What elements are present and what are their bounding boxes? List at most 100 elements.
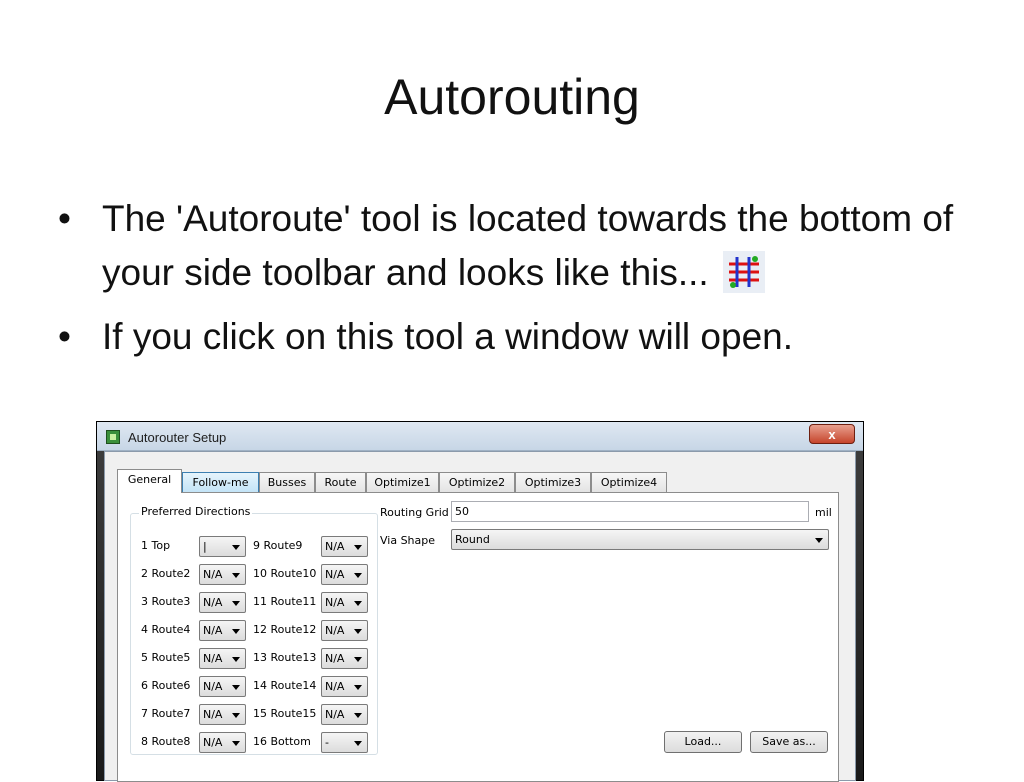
direction-row: 11 Route11 N/A xyxy=(251,591,376,613)
direction-select[interactable]: N/A xyxy=(321,536,368,557)
bullet-dot: • xyxy=(58,198,71,239)
layer-label: 10 Route10 xyxy=(253,567,317,580)
bullet-item: • The 'Autoroute' tool is located toward… xyxy=(58,192,958,300)
direction-row: 15 Route15 N/A xyxy=(251,703,376,725)
chevron-down-icon xyxy=(354,657,362,662)
chevron-down-icon xyxy=(354,741,362,746)
direction-row: 5 Route5 N/A xyxy=(131,647,251,669)
direction-row: 8 Route8 N/A xyxy=(131,731,251,753)
chevron-down-icon xyxy=(354,629,362,634)
direction-select[interactable]: N/A xyxy=(321,620,368,641)
layer-label: 9 Route9 xyxy=(253,539,303,552)
direction-select[interactable]: N/A xyxy=(321,564,368,585)
tab-general[interactable]: General xyxy=(117,469,182,493)
direction-row: 2 Route2 N/A xyxy=(131,563,251,585)
save-as-button[interactable]: Save as... xyxy=(750,731,828,753)
combo-value: N/A xyxy=(325,596,345,609)
combo-value: N/A xyxy=(325,568,345,581)
layer-label: 12 Route12 xyxy=(253,623,317,636)
autorouter-setup-window: Autorouter Setup x General Follow-me Bus… xyxy=(96,421,864,782)
direction-select[interactable]: N/A xyxy=(199,592,246,613)
layer-label: 5 Route5 xyxy=(141,651,191,664)
group-title: Preferred Directions xyxy=(139,505,253,518)
direction-select[interactable]: N/A xyxy=(199,676,246,697)
tab-optimize2[interactable]: Optimize2 xyxy=(439,472,515,492)
combo-value: N/A xyxy=(325,680,345,693)
routing-grid-input[interactable]: 50 xyxy=(451,501,809,522)
combo-value: N/A xyxy=(203,568,223,581)
chevron-down-icon xyxy=(232,657,240,662)
combo-value: - xyxy=(325,736,329,749)
direction-select[interactable]: N/A xyxy=(321,704,368,725)
combo-value: N/A xyxy=(203,652,223,665)
chevron-down-icon xyxy=(232,601,240,606)
titlebar[interactable]: Autorouter Setup x xyxy=(97,422,863,451)
bullet-list: • The 'Autoroute' tool is located toward… xyxy=(58,192,958,364)
layer-label: 4 Route4 xyxy=(141,623,191,636)
general-tab-panel: Preferred Directions 1 Top | 2 Route2 N/… xyxy=(117,492,839,782)
combo-value: N/A xyxy=(325,540,345,553)
chevron-down-icon xyxy=(354,545,362,550)
tab-optimize1[interactable]: Optimize1 xyxy=(366,472,439,492)
chevron-down-icon xyxy=(232,629,240,634)
chevron-down-icon xyxy=(232,685,240,690)
combo-value: Round xyxy=(455,533,490,546)
chevron-down-icon xyxy=(354,685,362,690)
bullet-text: The 'Autoroute' tool is located towards … xyxy=(102,198,954,293)
direction-row: 6 Route6 N/A xyxy=(131,675,251,697)
chevron-down-icon xyxy=(232,545,240,550)
direction-select[interactable]: N/A xyxy=(199,620,246,641)
combo-value: N/A xyxy=(325,652,345,665)
chevron-down-icon xyxy=(232,741,240,746)
bullet-text: If you click on this tool a window will … xyxy=(102,316,794,357)
combo-value: N/A xyxy=(203,596,223,609)
direction-select[interactable]: N/A xyxy=(321,592,368,613)
chevron-down-icon xyxy=(232,573,240,578)
chevron-down-icon xyxy=(354,713,362,718)
preferred-directions-group: Preferred Directions 1 Top | 2 Route2 N/… xyxy=(130,505,378,755)
via-shape-select[interactable]: Round xyxy=(451,529,829,550)
combo-value: N/A xyxy=(203,736,223,749)
layer-label: 16 Bottom xyxy=(253,735,311,748)
direction-row: 7 Route7 N/A xyxy=(131,703,251,725)
window-title: Autorouter Setup xyxy=(128,430,227,445)
tab-busses[interactable]: Busses xyxy=(259,472,315,492)
routing-grid-unit: mil xyxy=(815,506,832,519)
combo-value: N/A xyxy=(203,624,223,637)
layer-label: 15 Route15 xyxy=(253,707,317,720)
direction-select[interactable]: | xyxy=(199,536,246,557)
direction-row: 4 Route4 N/A xyxy=(131,619,251,641)
direction-row: 1 Top | xyxy=(131,535,251,557)
direction-select[interactable]: N/A xyxy=(321,676,368,697)
direction-select[interactable]: N/A xyxy=(199,704,246,725)
close-button[interactable]: x xyxy=(809,424,855,444)
layer-label: 1 Top xyxy=(141,539,171,552)
direction-select[interactable]: N/A xyxy=(199,648,246,669)
layer-label: 6 Route6 xyxy=(141,679,191,692)
layer-label: 8 Route8 xyxy=(141,735,191,748)
layer-label: 3 Route3 xyxy=(141,595,191,608)
tab-route[interactable]: Route xyxy=(315,472,366,492)
chevron-down-icon xyxy=(354,601,362,606)
layer-label: 2 Route2 xyxy=(141,567,191,580)
load-button[interactable]: Load... xyxy=(664,731,742,753)
direction-row: 10 Route10 N/A xyxy=(251,563,376,585)
layer-label: 14 Route14 xyxy=(253,679,317,692)
direction-select[interactable]: N/A xyxy=(199,732,246,753)
tab-optimize3[interactable]: Optimize3 xyxy=(515,472,591,492)
layer-label: 11 Route11 xyxy=(253,595,317,608)
direction-select[interactable]: N/A xyxy=(199,564,246,585)
chevron-down-icon xyxy=(232,713,240,718)
chevron-down-icon xyxy=(354,573,362,578)
via-shape-label: Via Shape xyxy=(380,534,436,547)
direction-row: 14 Route14 N/A xyxy=(251,675,376,697)
chevron-down-icon xyxy=(815,538,823,543)
direction-select[interactable]: - xyxy=(321,732,368,753)
direction-select[interactable]: N/A xyxy=(321,648,368,669)
tab-follow-me[interactable]: Follow-me xyxy=(182,472,259,492)
combo-value: N/A xyxy=(203,708,223,721)
combo-value: N/A xyxy=(325,624,345,637)
layer-label: 7 Route7 xyxy=(141,707,191,720)
slide-title: Autorouting xyxy=(384,69,640,125)
tab-optimize4[interactable]: Optimize4 xyxy=(591,472,667,492)
